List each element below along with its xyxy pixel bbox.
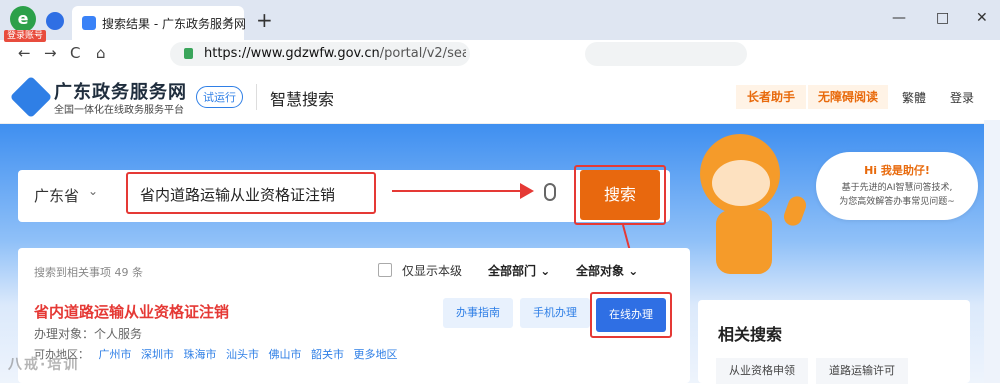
lock-icon [184, 48, 193, 59]
local-only-label[interactable]: 仅显示本级 [402, 262, 462, 279]
department-filter[interactable]: 全部部门 ⌄ [488, 262, 550, 279]
gd-logo-icon[interactable] [9, 75, 53, 119]
assistant-line-2: 为您高效解答办事常见问题~ [839, 197, 955, 207]
region-select[interactable]: 广东省 [34, 185, 79, 206]
assistant-bubble[interactable]: Hi 我是助仔! 基于先进的AI智慧问答技术, 为您高效解答办事常见问题~ [816, 152, 978, 220]
tab-favicon-icon [82, 16, 96, 30]
area-link[interactable]: 深圳市 [141, 348, 174, 361]
annotation-arrowhead [520, 183, 534, 199]
mascot-body [716, 210, 772, 274]
login-link[interactable]: 登录 [950, 89, 974, 106]
area-link[interactable]: 佛山市 [269, 348, 302, 361]
login-account-badge[interactable]: 登录账号 [4, 30, 47, 42]
address-bar[interactable]: https://www.gdzwfw.gov.cn/portal/v2/sear… [170, 42, 470, 66]
search-button[interactable]: 搜索 [580, 170, 660, 220]
traditional-chinese-link[interactable]: 繁體 [902, 89, 926, 106]
assistant-line-1: 基于先进的AI智慧问答技术, [841, 183, 953, 193]
mobile-handle-button[interactable]: 手机办理 [520, 298, 590, 328]
search-input[interactable]: 省内道路运输从业资格证注销 [126, 172, 376, 214]
forward-button[interactable]: → [44, 44, 57, 62]
search-query-text: 省内道路运输从业资格证注销 [140, 186, 336, 204]
compass-icon[interactable] [46, 12, 64, 30]
home-button[interactable]: ⌂ [96, 44, 106, 62]
related-search-title: 相关搜索 [718, 325, 783, 344]
local-only-checkbox[interactable] [378, 263, 392, 277]
site-subtitle: 全国一体化在线政务服务平台 [54, 105, 184, 116]
accessible-reading-button[interactable]: 无障碍阅读 [808, 85, 888, 109]
reload-button[interactable]: C [70, 44, 80, 62]
elder-mode-button[interactable]: 长者助手 [736, 85, 806, 109]
related-search-item[interactable]: 从业资格申领 [716, 358, 808, 384]
header-divider [256, 84, 257, 110]
area-link[interactable]: 汕头市 [226, 348, 259, 361]
tab-close-icon[interactable]: × [223, 14, 234, 29]
watermark-logo: 八戒·培训 [8, 357, 80, 373]
close-window-button[interactable]: ✕ [976, 10, 988, 26]
address-text[interactable]: https://www.gdzwfw.gov.cn/portal/v2/sear… [204, 46, 466, 61]
area-link[interactable]: 韶关市 [311, 348, 344, 361]
object-filter[interactable]: 全部对象 ⌄ [576, 262, 638, 279]
related-search-item[interactable]: 道路运输许可 [816, 358, 908, 384]
minimize-button[interactable]: — [892, 10, 906, 26]
section-title: 智慧搜索 [270, 90, 335, 109]
browser-search-input[interactable] [585, 42, 747, 66]
microphone-icon[interactable] [544, 183, 556, 201]
more-areas-link[interactable]: 更多地区 [354, 348, 398, 361]
area-link[interactable]: 广州市 [99, 348, 132, 361]
site-header: 广东政务服务网 全国一体化在线政务服务平台 试运行 智慧搜索 长者助手 无障碍阅… [0, 68, 1000, 124]
maximize-button[interactable]: □ [936, 10, 949, 26]
annotation-arrow [392, 190, 522, 192]
chevron-down-icon[interactable]: ⌄ [88, 184, 98, 198]
result-count: 搜索到相关事项 49 条 [34, 266, 143, 279]
result-title-link[interactable]: 省内道路运输从业资格证注销 [34, 301, 229, 322]
mascot-face [712, 160, 770, 206]
right-sidebar [984, 120, 1000, 383]
browser-logo-icon[interactable]: e [10, 6, 36, 32]
browser-toolbar: ← → C ⌂ https://www.gdzwfw.gov.cn/portal… [0, 40, 1000, 68]
tab-search-results[interactable]: 搜索结果 - 广东政务服务网 × [72, 6, 246, 40]
result-areas: 可办地区： 广州市 深圳市 珠海市 汕头市 佛山市 韶关市 更多地区 [34, 346, 398, 362]
guide-button[interactable]: 办事指南 [443, 298, 513, 328]
trial-badge: 试运行 [196, 86, 243, 108]
result-object: 办理对象：个人服务 [34, 327, 143, 341]
new-tab-button[interactable]: + [256, 8, 273, 32]
area-link[interactable]: 珠海市 [184, 348, 217, 361]
back-button[interactable]: ← [18, 44, 31, 62]
online-handle-button[interactable]: 在线办理 [596, 298, 666, 332]
assistant-greeting: Hi 我是助仔! [864, 164, 930, 177]
